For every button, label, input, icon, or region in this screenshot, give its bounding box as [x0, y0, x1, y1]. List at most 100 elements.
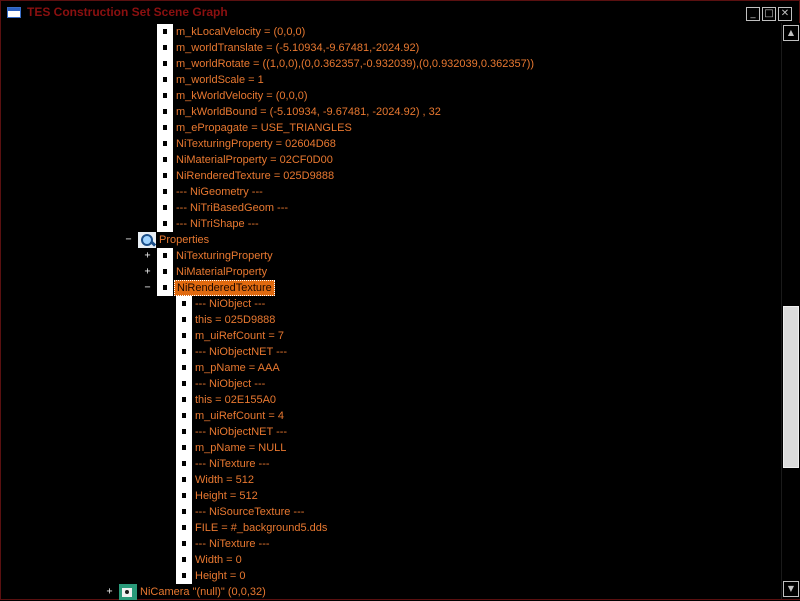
tree-item-label: --- NiTexture --- [195, 458, 270, 470]
tree-item[interactable]: Width = 0 [176, 552, 242, 568]
tree-item[interactable]: m_worldScale = 1 [157, 72, 264, 88]
property-node-icon [157, 88, 173, 104]
tree-item[interactable]: this = 02E155A0 [176, 392, 276, 408]
minimize-button[interactable]: _ [746, 7, 760, 21]
tree-item-label: --- NiObject --- [195, 378, 266, 390]
tree-item-label: m_kWorldVelocity = (0,0,0) [176, 90, 308, 102]
tree-item[interactable]: --- NiTriShape --- [157, 216, 259, 232]
property-node-icon [176, 360, 192, 376]
tree-item-selected[interactable]: NiRenderedTexture [157, 280, 275, 296]
tree-item-label: m_ePropagate = USE_TRIANGLES [176, 122, 352, 134]
property-node-icon [157, 40, 173, 56]
tree-item-label: m_pName = NULL [195, 442, 287, 454]
tree-item-label: this = 02E155A0 [195, 394, 277, 406]
maximize-button[interactable]: □ [762, 7, 776, 21]
property-node-icon [157, 280, 173, 296]
tree-item[interactable]: --- NiObject --- [176, 296, 265, 312]
camera-label: NiCamera "(null)" (0,0,32) [140, 586, 266, 598]
expand-toggle[interactable]: + [143, 267, 152, 277]
property-node-icon [157, 104, 173, 120]
property-node-icon [157, 248, 173, 264]
property-node-icon [176, 408, 192, 424]
tree-item-property[interactable]: NiTexturingProperty [157, 248, 273, 264]
tree-item[interactable]: --- NiTexture --- [176, 456, 270, 472]
property-node-icon [157, 136, 173, 152]
tree-item-label: m_kWorldBound = (-5.10934, -9.67481, -20… [176, 106, 441, 118]
tree-item-label: m_worldTranslate = (-5.10934,-9.67481,-2… [176, 42, 420, 54]
camera-icon [119, 584, 137, 600]
property-node-icon [176, 312, 192, 328]
property-node-icon [176, 520, 192, 536]
tree-item[interactable]: --- NiObject --- [176, 376, 265, 392]
tree-item-label: m_uiRefCount = 7 [195, 330, 284, 342]
tree-item[interactable]: Height = 512 [176, 488, 258, 504]
property-node-icon [157, 264, 173, 280]
tree-item[interactable]: m_kWorldVelocity = (0,0,0) [157, 88, 308, 104]
scene-graph-tree: m_kLocalVelocity = (0,0,0) m_worldTransla… [1, 23, 781, 601]
tree-item[interactable]: --- NiObjectNET --- [176, 424, 287, 440]
tree-item-label: m_kLocalVelocity = (0,0,0) [176, 26, 306, 38]
property-node-icon [157, 120, 173, 136]
tree-item-camera[interactable]: NiCamera "(null)" (0,0,32) [119, 584, 266, 600]
tree-item-label: Height = 512 [195, 490, 258, 502]
scene-graph-window: TES Construction Set Scene Graph _ □ ✕ m… [0, 0, 800, 600]
close-button[interactable]: ✕ [778, 7, 792, 21]
scroll-down-button[interactable]: ▼ [783, 581, 799, 597]
tree-item-label: m_worldScale = 1 [176, 74, 264, 86]
tree-item-label: NiTexturingProperty = 02604D68 [176, 138, 336, 150]
tree-item-label: m_pName = AAA [195, 362, 280, 374]
tree-item-label: --- NiObjectNET --- [195, 346, 288, 358]
tree-item[interactable]: NiTexturingProperty = 02604D68 [157, 136, 336, 152]
tree-item-property[interactable]: NiMaterialProperty [157, 264, 267, 280]
tree-item[interactable]: m_kWorldBound = (-5.10934, -9.67481, -20… [157, 104, 441, 120]
tree-item[interactable]: NiRenderedTexture = 025D9888 [157, 168, 334, 184]
tree-item-label: NiRenderedTexture [174, 280, 275, 296]
property-node-icon [176, 392, 192, 408]
tree-item[interactable]: --- NiGeometry --- [157, 184, 263, 200]
property-node-icon [176, 552, 192, 568]
tree-item-label: NiMaterialProperty [176, 266, 268, 278]
tree-item[interactable]: m_worldTranslate = (-5.10934,-9.67481,-2… [157, 40, 419, 56]
tree-item[interactable]: --- NiTriBasedGeom --- [157, 200, 288, 216]
camera-expand-toggle[interactable]: + [105, 587, 114, 597]
tree-item[interactable]: Width = 512 [176, 472, 254, 488]
vertical-scrollbar[interactable]: ▲ ▼ [781, 23, 800, 599]
tree-item[interactable]: --- NiSourceTexture --- [176, 504, 304, 520]
tree-item-label: m_uiRefCount = 4 [195, 410, 284, 422]
tree-item[interactable]: m_kLocalVelocity = (0,0,0) [157, 24, 305, 40]
tree-item-label: --- NiTexture --- [195, 538, 270, 550]
collapse-toggle[interactable]: − [143, 283, 152, 293]
tree-item-label: FILE = #_background5.dds [195, 522, 328, 534]
property-node-icon [157, 168, 173, 184]
tree-item[interactable]: m_uiRefCount = 7 [176, 328, 284, 344]
property-node-icon [157, 184, 173, 200]
tree-item-label: Height = 0 [195, 570, 246, 582]
tree-item-label: NiMaterialProperty = 02CF0D00 [176, 154, 333, 166]
tree-item[interactable]: m_ePropagate = USE_TRIANGLES [157, 120, 352, 136]
property-node-icon [176, 456, 192, 472]
property-node-icon [157, 56, 173, 72]
tree-item[interactable]: NiMaterialProperty = 02CF0D00 [157, 152, 333, 168]
tree-item[interactable]: m_pName = AAA [176, 360, 280, 376]
property-node-icon [176, 440, 192, 456]
property-node-icon [157, 200, 173, 216]
title-bar[interactable]: TES Construction Set Scene Graph _ □ ✕ [1, 1, 799, 23]
tree-item[interactable]: m_worldRotate = ((1,0,0),(0,0.362357,-0.… [157, 56, 534, 72]
tree-item[interactable]: this = 025D9888 [176, 312, 275, 328]
tree-item-label: NiRenderedTexture = 025D9888 [176, 170, 335, 182]
scroll-thumb[interactable] [783, 306, 799, 468]
tree-item[interactable]: --- NiObjectNET --- [176, 344, 287, 360]
expand-toggle[interactable]: + [143, 251, 152, 261]
tree-item-label: this = 025D9888 [195, 314, 276, 326]
tree-item[interactable]: --- NiTexture --- [176, 536, 270, 552]
tree-item[interactable]: m_uiRefCount = 4 [176, 408, 284, 424]
window-app-icon [7, 7, 21, 18]
tree-item-label: --- NiObjectNET --- [195, 426, 288, 438]
tree-item-properties[interactable]: Properties [138, 232, 209, 248]
tree-item[interactable]: FILE = #_background5.dds [176, 520, 327, 536]
tree-item[interactable]: Height = 0 [176, 568, 245, 584]
properties-collapse-toggle[interactable]: − [124, 235, 133, 245]
magnifier-icon [138, 232, 156, 248]
scroll-up-button[interactable]: ▲ [783, 25, 799, 41]
tree-item[interactable]: m_pName = NULL [176, 440, 286, 456]
